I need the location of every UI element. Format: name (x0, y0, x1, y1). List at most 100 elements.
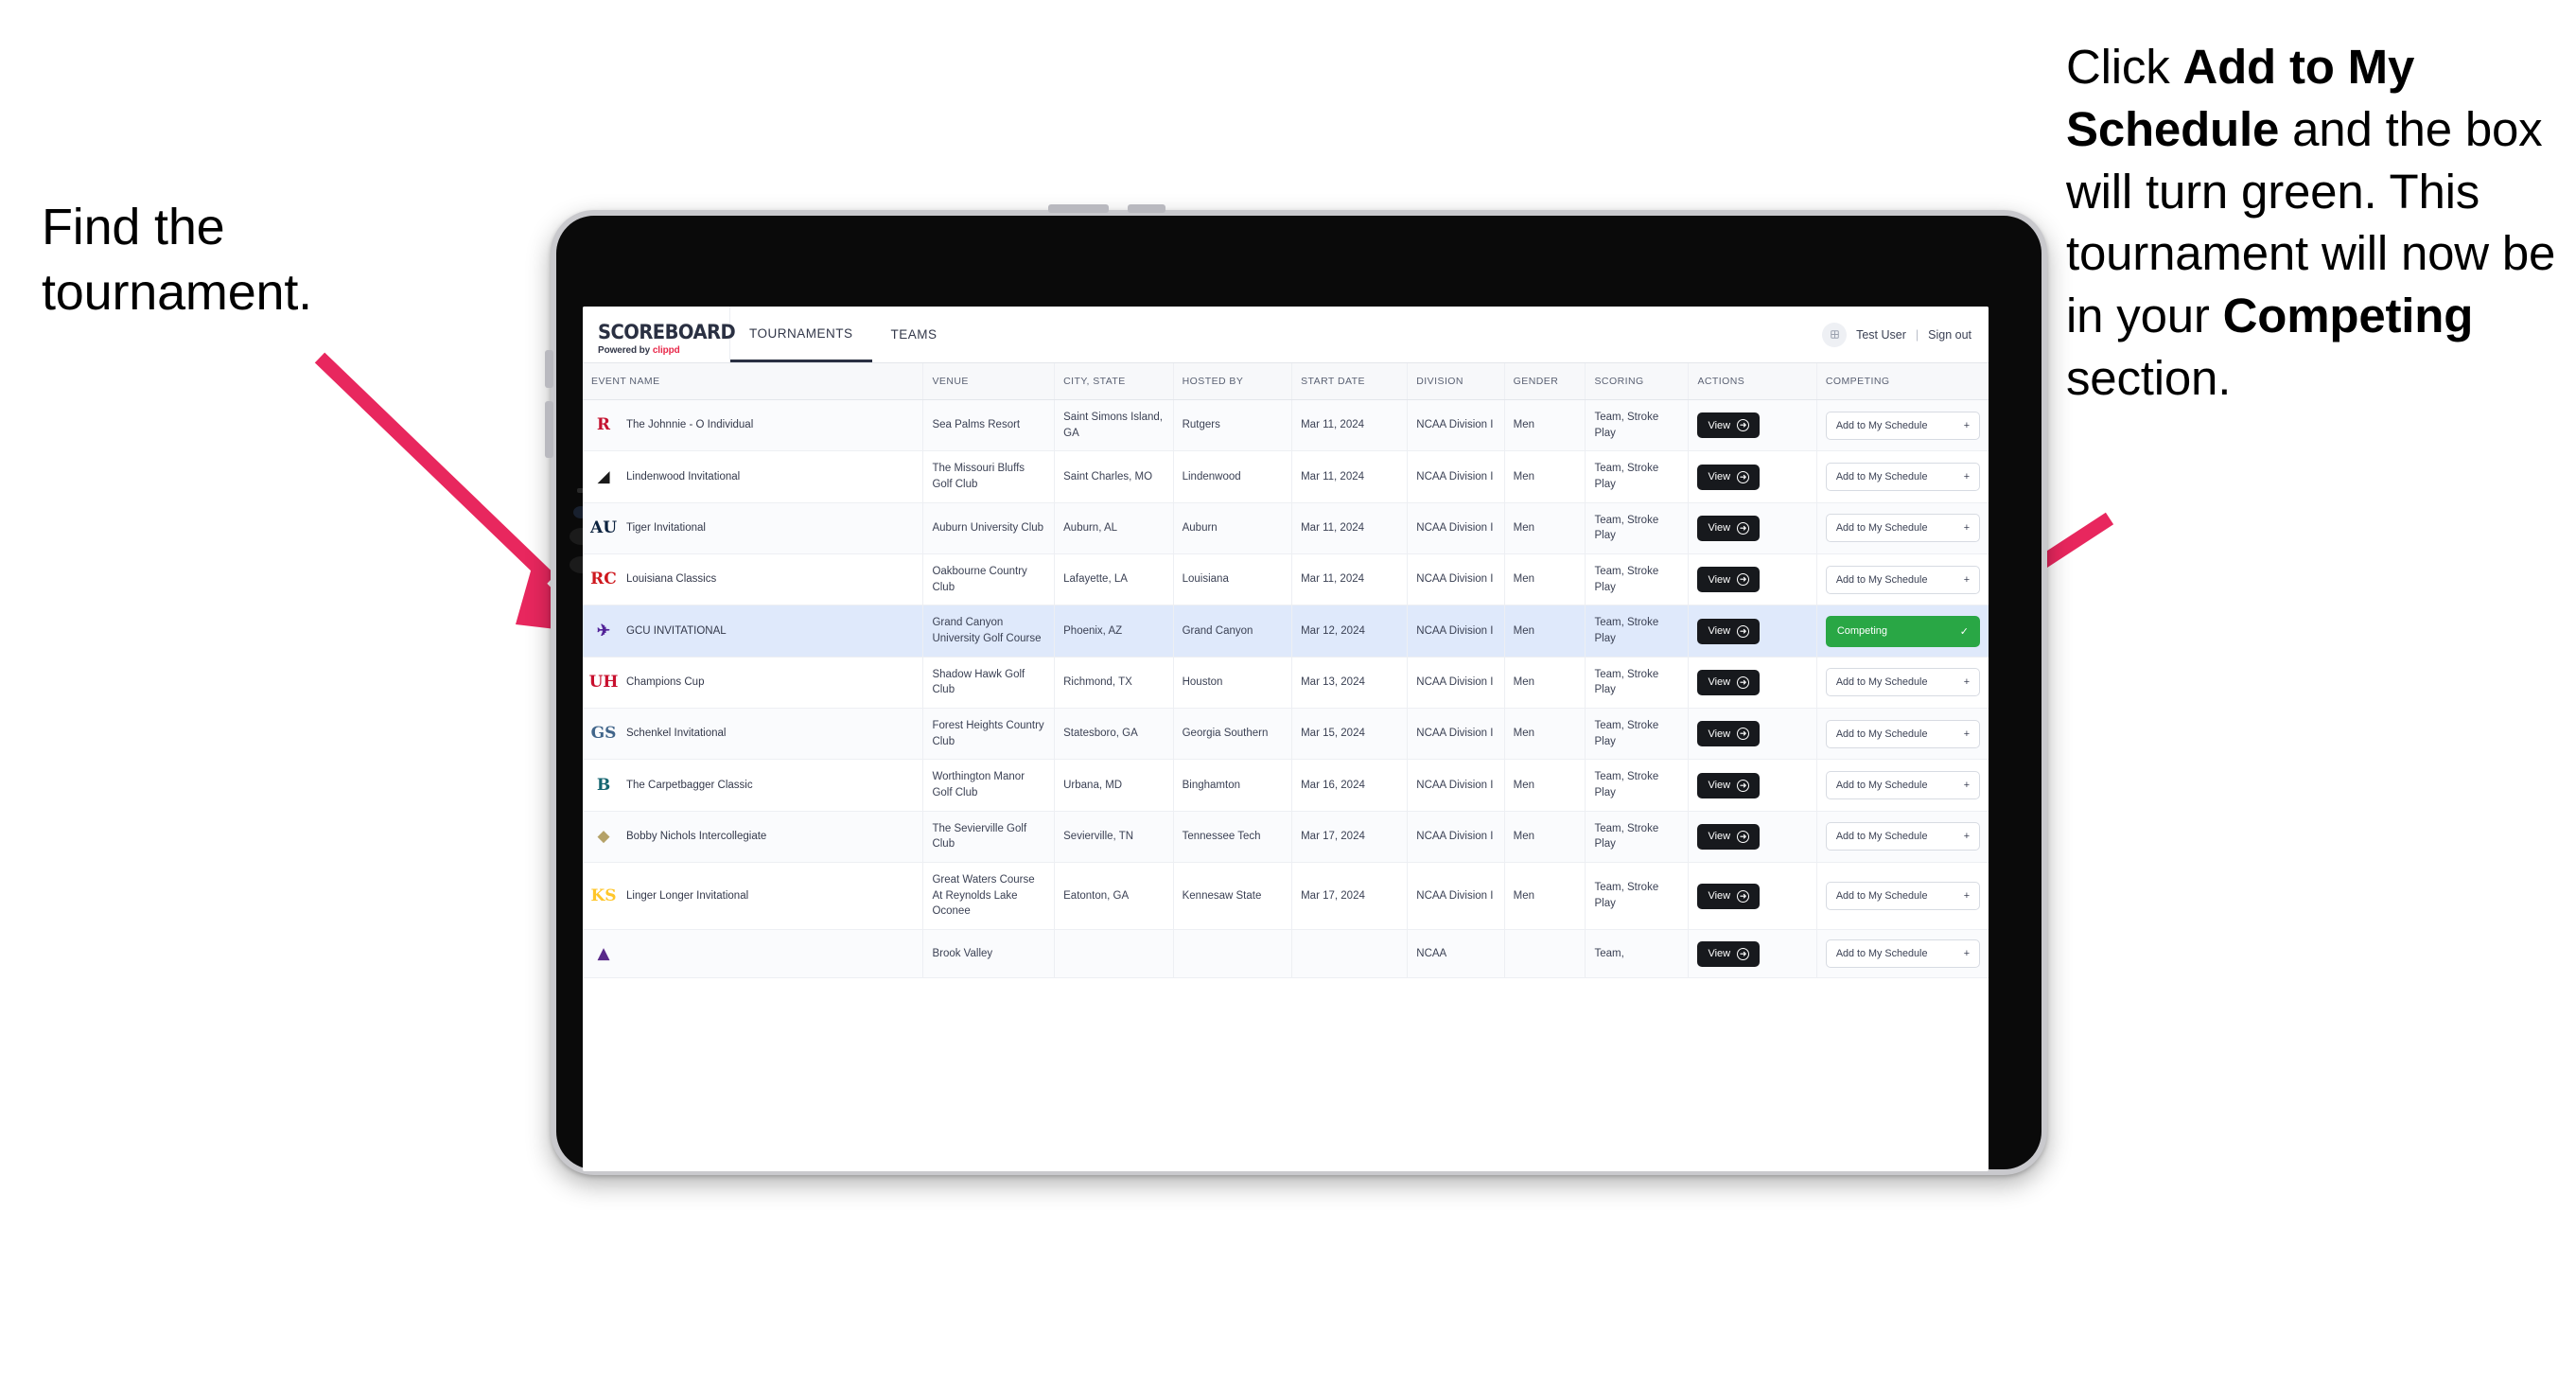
cell-competing: Add to My Schedule + (1816, 862, 1989, 931)
column-header-start-date[interactable]: START DATE (1291, 363, 1409, 400)
view-button[interactable]: View ➜ (1697, 618, 1761, 644)
add-to-my-schedule-button[interactable]: Add to My Schedule + (1825, 565, 1980, 594)
view-button[interactable]: View ➜ (1697, 412, 1761, 439)
table-row[interactable]: UH Champions Cup Shadow Hawk Golf Club Rich… (583, 657, 1989, 710)
cell-event-name: GS Schenkel Invitational (583, 708, 924, 761)
tablet-volume-up-button[interactable] (1048, 204, 1109, 213)
cell-city-state (1054, 929, 1174, 979)
view-button[interactable]: View ➜ (1697, 823, 1761, 850)
brand-logo[interactable]: SCOREBOARD Powered by clippd (583, 307, 736, 362)
table-row[interactable]: GS Schenkel Invitational Forest Heights Co… (583, 708, 1989, 761)
column-header-scoring[interactable]: SCORING (1585, 363, 1690, 400)
event-cell: KS Linger Longer Invitational (590, 884, 914, 908)
plus-icon: + (1963, 890, 1970, 903)
tab-teams[interactable]: TEAMS (872, 307, 956, 362)
add-to-my-schedule-button[interactable]: Add to My Schedule + (1825, 822, 1980, 851)
table-header-row: EVENT NAME VENUE CITY, STATE HOSTED BY S… (583, 363, 1989, 400)
add-to-my-schedule-button[interactable]: Add to My Schedule + (1825, 771, 1980, 800)
view-button-label: View (1708, 728, 1731, 740)
table-row[interactable]: AU Tiger Invitational Auburn University Cl… (583, 502, 1989, 555)
cell-gender: Men (1504, 450, 1586, 503)
cell-event-name: UH Champions Cup (583, 657, 924, 710)
cell-gender: Men (1504, 862, 1586, 931)
brand-title: SCOREBOARD (598, 320, 736, 343)
cell-division: NCAA Division I (1407, 811, 1505, 864)
plus-icon: + (1963, 573, 1970, 586)
cell-scoring: Team, Stroke Play (1585, 811, 1690, 864)
arrow-right-circle-icon: ➜ (1737, 675, 1750, 689)
cell-scoring: Team, Stroke Play (1585, 862, 1690, 931)
cell-start-date: Mar 11, 2024 (1291, 502, 1409, 555)
team-logo-icon: ✈ (596, 621, 611, 640)
cell-division: NCAA Division I (1407, 502, 1505, 555)
cell-city-state: Auburn, AL (1054, 502, 1174, 555)
sign-out-link[interactable]: Sign out (1928, 328, 1971, 342)
column-header-gender[interactable]: GENDER (1504, 363, 1586, 400)
view-button[interactable]: View ➜ (1697, 772, 1761, 798)
cell-gender: Men (1504, 657, 1586, 710)
arrow-right-circle-icon: ➜ (1737, 830, 1750, 843)
arrow-right-circle-icon: ➜ (1737, 624, 1750, 638)
view-button[interactable]: View ➜ (1697, 567, 1761, 593)
view-button[interactable]: View ➜ (1697, 721, 1761, 747)
event-name-label: Lindenwood Invitational (626, 470, 741, 482)
table-row[interactable]: ◆ Bobby Nichols Intercollegiate The Sevier… (583, 811, 1989, 864)
cell-start-date: Mar 13, 2024 (1291, 657, 1409, 710)
table-row[interactable]: ✈ GCU INVITATIONAL Grand Canyon University… (583, 605, 1989, 658)
add-to-my-schedule-button[interactable]: Add to My Schedule + (1825, 463, 1980, 492)
tablet-side-button[interactable] (545, 401, 553, 458)
add-to-my-schedule-button[interactable]: Add to My Schedule + (1825, 514, 1980, 543)
table-row[interactable]: ▲ Brook Valley NCAA Team, View ➜ Add to My Sch… (583, 929, 1989, 979)
cell-scoring: Team, Stroke Play (1585, 502, 1690, 555)
cell-start-date: Mar 16, 2024 (1291, 759, 1409, 812)
column-header-venue[interactable]: VENUE (922, 363, 1056, 400)
view-button[interactable]: View ➜ (1697, 515, 1761, 541)
cell-hosted-by: Rutgers (1173, 399, 1293, 452)
view-button[interactable]: View ➜ (1697, 669, 1761, 695)
cell-venue: Worthington Manor Golf Club (922, 759, 1056, 812)
add-to-my-schedule-button[interactable]: Add to My Schedule + (1825, 882, 1980, 911)
user-avatar-icon[interactable] (1822, 322, 1848, 347)
tournaments-table-scroll[interactable]: EVENT NAME VENUE CITY, STATE HOSTED BY S… (583, 363, 1989, 1171)
view-button[interactable]: View ➜ (1697, 940, 1761, 967)
plus-icon: + (1963, 831, 1970, 843)
cell-division: NCAA Division I (1407, 553, 1505, 606)
tablet-volume-down-button[interactable] (1128, 204, 1165, 213)
annotation-right-text: Click Add to My Schedule and the box wil… (2066, 36, 2567, 410)
cell-scoring: Team, Stroke Play (1585, 657, 1690, 710)
cell-actions: View ➜ (1688, 862, 1817, 931)
cell-actions: View ➜ (1688, 929, 1817, 979)
cell-venue: Sea Palms Resort (922, 399, 1056, 452)
add-to-my-schedule-button[interactable]: Add to My Schedule + (1825, 939, 1980, 969)
event-name-label: Louisiana Classics (626, 573, 717, 586)
view-button[interactable]: View ➜ (1697, 883, 1761, 909)
column-header-hosted-by[interactable]: HOSTED BY (1173, 363, 1293, 400)
column-header-city-state[interactable]: CITY, STATE (1054, 363, 1174, 400)
cell-venue: The Missouri Bluffs Golf Club (922, 450, 1056, 503)
add-to-my-schedule-button[interactable]: Add to My Schedule + (1825, 719, 1980, 748)
table-row[interactable]: RC Louisiana Classics Oakbourne Country Cl… (583, 553, 1989, 606)
cell-hosted-by: Houston (1173, 657, 1293, 710)
tab-tournaments[interactable]: TOURNAMENTS (730, 307, 872, 362)
cell-hosted-by (1173, 929, 1293, 979)
add-to-my-schedule-label: Add to My Schedule (1835, 831, 1928, 843)
tablet-power-button[interactable] (545, 350, 553, 388)
table-row[interactable]: ◢ Lindenwood Invitational The Missouri Blu… (583, 450, 1989, 503)
add-to-my-schedule-button[interactable]: Add to My Schedule + (1825, 411, 1980, 440)
cell-gender: Men (1504, 553, 1586, 606)
column-header-event-name[interactable]: EVENT NAME (583, 363, 924, 400)
competing-button[interactable]: Competing ✓ (1825, 615, 1980, 647)
cell-event-name: ◆ Bobby Nichols Intercollegiate (583, 811, 924, 864)
table-row[interactable]: KS Linger Longer Invitational Great Waters… (583, 862, 1989, 931)
team-logo-icon: GS (590, 724, 617, 744)
cell-event-name: ✈ GCU INVITATIONAL (583, 605, 924, 658)
view-button[interactable]: View ➜ (1697, 464, 1761, 490)
add-to-my-schedule-button[interactable]: Add to My Schedule + (1825, 668, 1980, 697)
table-row[interactable]: R The Johnnie - O Individual Sea Palms Res… (583, 399, 1989, 452)
table-row[interactable]: B The Carpetbagger Classic Worthington Man… (583, 759, 1989, 812)
event-name-label: Champions Cup (626, 676, 705, 689)
user-name-label: Test User (1856, 327, 1906, 342)
column-header-division[interactable]: DIVISION (1407, 363, 1505, 400)
tournaments-table: EVENT NAME VENUE CITY, STATE HOSTED BY S… (583, 363, 1989, 979)
